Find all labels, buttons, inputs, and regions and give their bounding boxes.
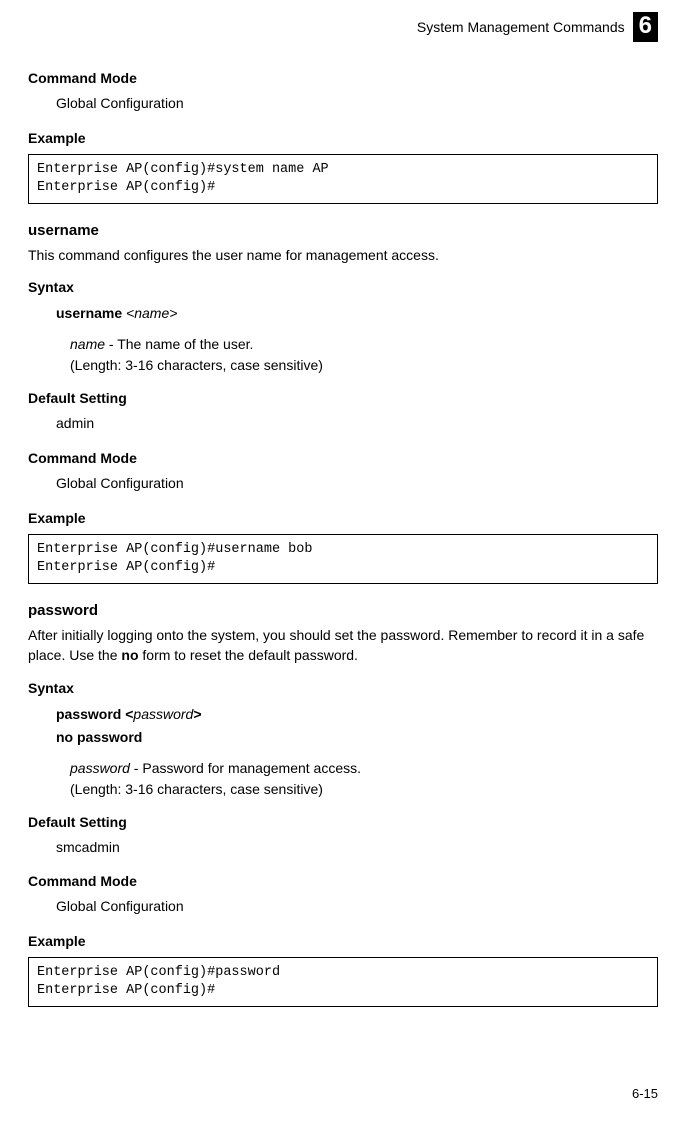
example-label: Example xyxy=(28,130,658,146)
username-syntax: username <name> xyxy=(56,303,658,324)
desc-post: form to reset the default password. xyxy=(139,647,358,663)
default-value: admin xyxy=(56,414,658,434)
code-example-3: Enterprise AP(config)#password Enterpris… xyxy=(28,957,658,1007)
syntax-arg: <name> xyxy=(126,305,177,321)
password-syntax-1: password <password> xyxy=(56,704,658,725)
code-example-2: Enterprise AP(config)#username bob Enter… xyxy=(28,534,658,584)
code-example-1: Enterprise AP(config)#system name AP Ent… xyxy=(28,154,658,204)
syntax-cmd1a: password < xyxy=(56,706,133,722)
command-mode-label-2: Command Mode xyxy=(28,450,658,466)
chapter-badge: 6 xyxy=(633,12,658,42)
password-desc: After initially logging onto the system,… xyxy=(28,625,658,666)
param-len: (Length: 3-16 characters, case sensitive… xyxy=(70,357,323,373)
default-value-2: smcadmin xyxy=(56,838,658,858)
username-desc: This command configures the user name fo… xyxy=(28,245,658,265)
syntax-cmd1b: password xyxy=(133,706,193,722)
default-label: Default Setting xyxy=(28,390,658,406)
command-mode-label: Command Mode xyxy=(28,70,658,86)
param-len-2: (Length: 3-16 characters, case sensitive… xyxy=(70,781,323,797)
syntax-cmd: username xyxy=(56,305,122,321)
command-mode-value-2: Global Configuration xyxy=(56,474,658,494)
header-title: System Management Commands xyxy=(417,19,625,35)
username-heading: username xyxy=(28,222,658,239)
password-param: password - Password for management acces… xyxy=(70,758,658,800)
syntax-cmd2: no password xyxy=(56,729,142,745)
param-desc: - The name of the user. xyxy=(105,336,253,352)
password-syntax-2: no password xyxy=(56,727,658,748)
param-desc-2: - Password for management access. xyxy=(130,760,361,776)
command-mode-value: Global Configuration xyxy=(56,94,658,114)
page-number: 6-15 xyxy=(632,1086,658,1101)
param-name: name xyxy=(70,336,105,352)
example-label-3: Example xyxy=(28,933,658,949)
syntax-label-2: Syntax xyxy=(28,680,658,696)
desc-bold: no xyxy=(121,647,138,663)
syntax-label: Syntax xyxy=(28,279,658,295)
password-heading: password xyxy=(28,602,658,619)
example-label-2: Example xyxy=(28,510,658,526)
default-label-2: Default Setting xyxy=(28,814,658,830)
param-name-2: password xyxy=(70,760,130,776)
username-param: name - The name of the user. (Length: 3-… xyxy=(70,334,658,376)
command-mode-label-3: Command Mode xyxy=(28,873,658,889)
page-header: System Management Commands 6 xyxy=(28,12,658,42)
command-mode-value-3: Global Configuration xyxy=(56,897,658,917)
syntax-cmd1c: > xyxy=(193,706,201,722)
